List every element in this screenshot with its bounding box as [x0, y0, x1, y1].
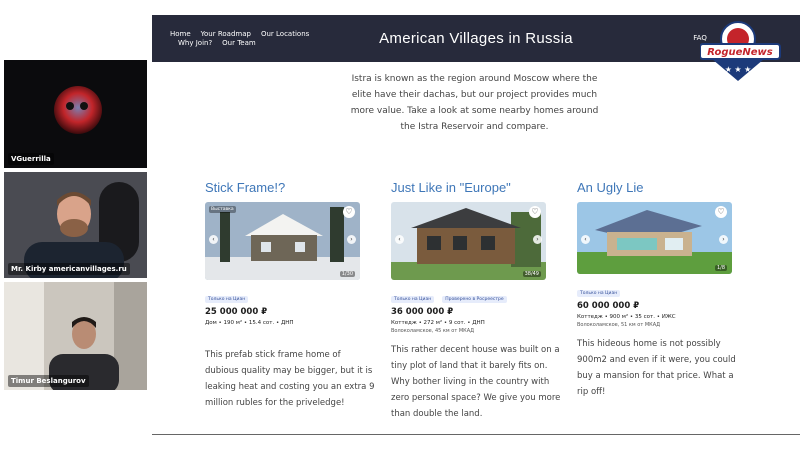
- listing-card: Stick Frame!? Выставка ♡ ‹ › 1/30 Только…: [205, 180, 375, 411]
- listing-description: This rather decent house was built on a …: [391, 345, 561, 419]
- chevron-left-icon[interactable]: ‹: [581, 235, 590, 244]
- listing-photo[interactable]: ♡ ‹ › 38/49: [391, 202, 546, 280]
- badge-row: Только на Циан: [577, 279, 747, 298]
- intro-text: Istra is known as the region around Mosc…: [350, 74, 599, 132]
- listing-address: Волоколамское, 51 км от МКАД: [577, 322, 661, 328]
- favorite-heart-icon[interactable]: ♡: [715, 206, 727, 218]
- photo-tag: Выставка: [209, 206, 236, 213]
- participant-name: VGuerrilla: [8, 153, 54, 165]
- chevron-left-icon[interactable]: ‹: [209, 235, 218, 244]
- participant-video: [4, 282, 147, 390]
- screen: VGuerrilla Mr. Kirby americanvillages.ru…: [0, 0, 800, 450]
- listing-specs: Коттедж • 272 м² • 9 сот. • ДНП: [391, 320, 485, 326]
- listing-specs: Коттедж • 900 м² • 35 сот. • ИЖС: [577, 314, 676, 320]
- badge-row: Только на Циан Проверено в Росреестре: [391, 285, 561, 304]
- listing-card: An Ugly Lie ♡ ‹ › 1/8 Только на Циан 60 …: [577, 180, 747, 400]
- listing-card: Just Like in "Europe" ♡ ‹ › 38/49 Только…: [391, 180, 561, 422]
- photo-counter: 1/30: [339, 271, 355, 277]
- chevron-left-icon[interactable]: ‹: [395, 235, 404, 244]
- listing-description: This prefab stick frame home of dubious …: [205, 350, 375, 408]
- participant-avatar: [54, 86, 102, 134]
- participant-name: Mr. Kirby americanvillages.ru: [8, 263, 130, 275]
- listing-description: This hideous home is not possibly 900m2 …: [577, 339, 736, 397]
- participant-tile-vguerrilla[interactable]: VGuerrilla: [4, 60, 147, 168]
- listing-heading: Stick Frame!?: [205, 180, 286, 195]
- listing-photo[interactable]: ♡ ‹ › 1/8: [577, 202, 732, 274]
- svg-text:★ ★ ★: ★ ★ ★: [725, 65, 752, 74]
- listing-photo[interactable]: Выставка ♡ ‹ › 1/30: [205, 202, 360, 280]
- listing-price: 60 000 000 ₽: [577, 301, 640, 311]
- listing-badge: Только на Циан: [577, 290, 621, 297]
- chevron-right-icon[interactable]: ›: [719, 235, 728, 244]
- roguenews-logo: RogueNews ★ ★ ★: [699, 15, 782, 87]
- favorite-heart-icon[interactable]: ♡: [343, 206, 355, 218]
- participant-tile-timur[interactable]: Timur Beslangurov: [4, 282, 147, 390]
- listing-heading: An Ugly Lie: [577, 180, 644, 195]
- badge-row: Только на Циан: [205, 285, 375, 304]
- photo-counter: 1/8: [714, 265, 727, 271]
- listing-price: 36 000 000 ₽: [391, 307, 454, 317]
- participant-tile-kirby[interactable]: Mr. Kirby americanvillages.ru: [4, 172, 147, 278]
- listing-price: 25 000 000 ₽: [205, 307, 268, 317]
- chevron-right-icon[interactable]: ›: [347, 235, 356, 244]
- listing-specs: Дом • 190 м² • 15.4 сот. • ДНП: [205, 320, 294, 326]
- participant-name: Timur Beslangurov: [8, 375, 89, 387]
- listing-badge: Только на Циан: [391, 296, 435, 303]
- chevron-right-icon[interactable]: ›: [533, 235, 542, 244]
- photo-counter: 38/49: [522, 271, 541, 277]
- svg-text:RogueNews: RogueNews: [707, 47, 773, 58]
- listing-badge: Проверено в Росреестре: [442, 296, 507, 303]
- favorite-heart-icon[interactable]: ♡: [529, 206, 541, 218]
- listing-heading: Just Like in "Europe": [391, 180, 511, 195]
- listing-address: Волоколамское, 45 км от МКАД: [391, 328, 475, 334]
- listing-badge: Только на Циан: [205, 296, 249, 303]
